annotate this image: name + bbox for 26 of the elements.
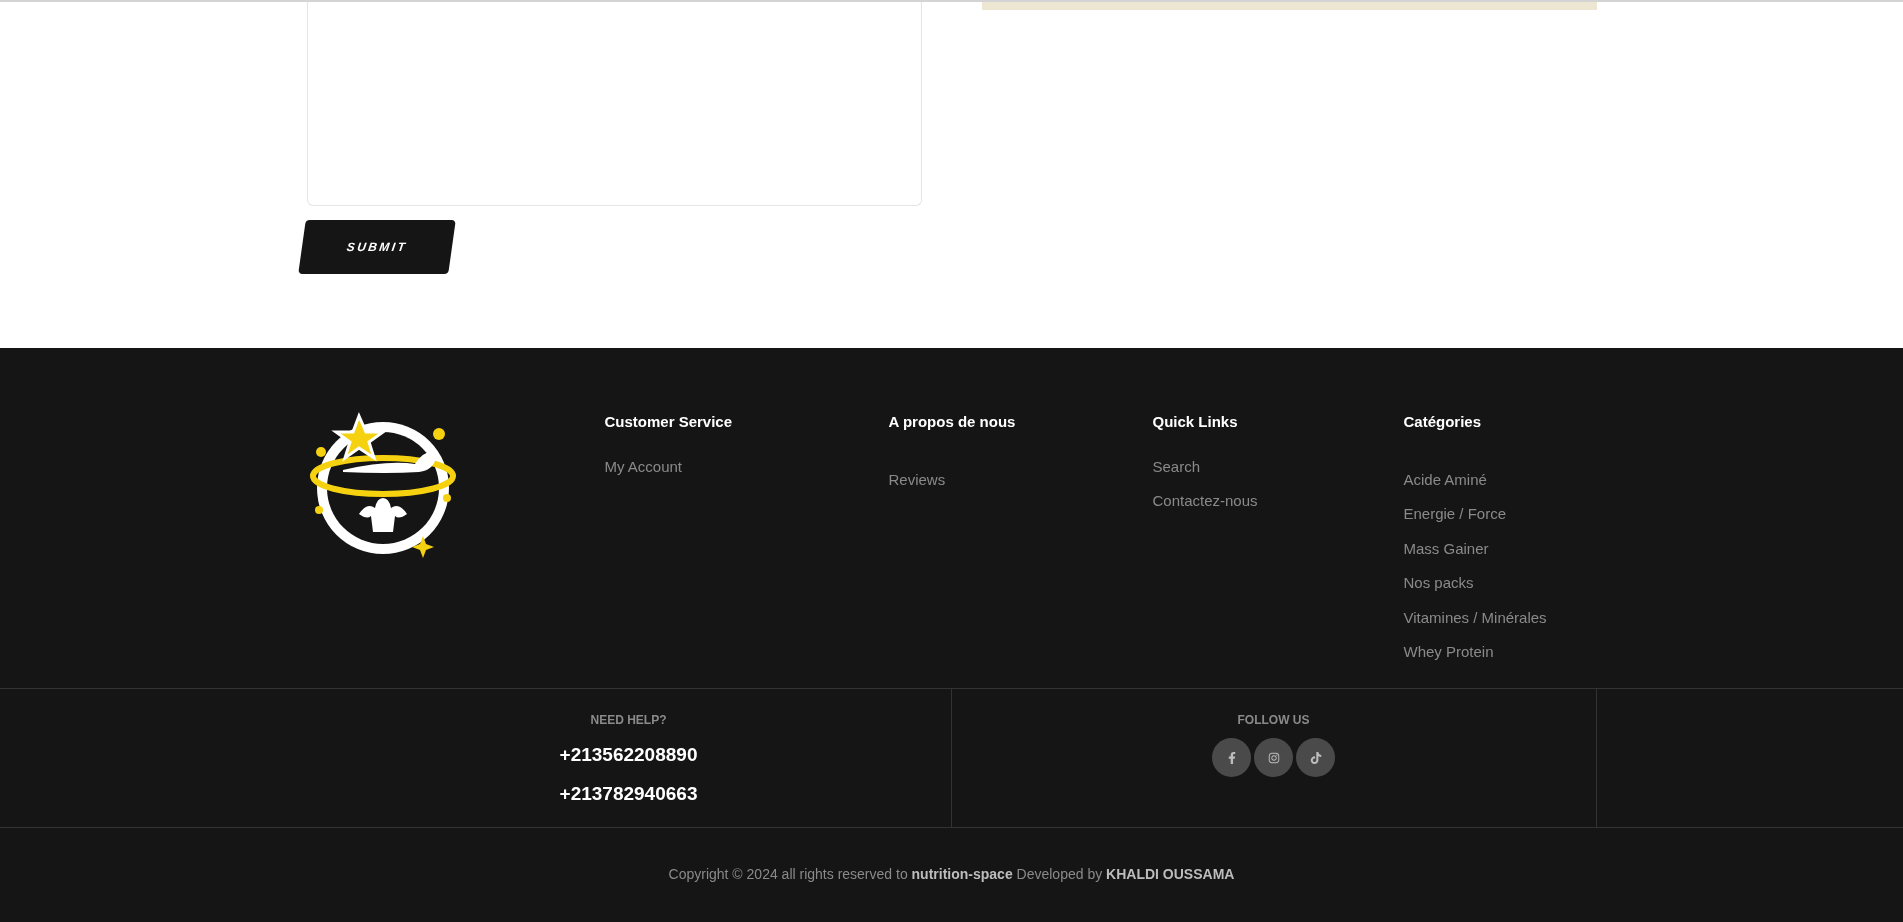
footer-link[interactable]: Search xyxy=(1152,455,1201,478)
social-button[interactable] xyxy=(1212,738,1251,777)
need-help-label: NEED HELP? xyxy=(590,712,667,729)
phone-link[interactable]: +213562208890 xyxy=(559,741,698,770)
copyright-text: Copyright © 2024 all rights reserved to nutrition-space Developed by KHALDI OUSSAMA xyxy=(668,865,1235,884)
column-heading: Customer Service xyxy=(604,412,734,432)
instagram-icon xyxy=(1267,751,1280,764)
column-heading: A propos de nous xyxy=(888,412,1017,432)
footer-link[interactable]: Acide Aminé xyxy=(1403,468,1487,491)
column-heading: Catégories xyxy=(1403,412,1483,432)
footer-link[interactable]: My Account xyxy=(604,455,683,478)
follow-us-label: FOLLOW US xyxy=(1237,712,1310,729)
footer-link[interactable]: Energie / Force xyxy=(1403,503,1507,526)
footer-link[interactable]: Whey Protein xyxy=(1403,641,1494,664)
tiktok-icon xyxy=(1309,751,1322,764)
footer-link[interactable]: Nos packs xyxy=(1403,572,1474,595)
footer-link[interactable]: Contactez-nous xyxy=(1152,490,1258,513)
footer-link[interactable]: Mass Gainer xyxy=(1403,537,1489,560)
message-field[interactable] xyxy=(306,2,922,206)
footer-link[interactable]: Reviews xyxy=(888,468,946,491)
social-button[interactable] xyxy=(1296,738,1335,777)
column-heading: Quick Links xyxy=(1152,412,1239,432)
phone-link[interactable]: +213782940663 xyxy=(559,779,698,808)
social-button[interactable] xyxy=(1254,738,1293,777)
footer-link[interactable]: Vitamines / Minérales xyxy=(1403,606,1547,629)
submit-button[interactable]: SUBMIT xyxy=(297,220,456,274)
